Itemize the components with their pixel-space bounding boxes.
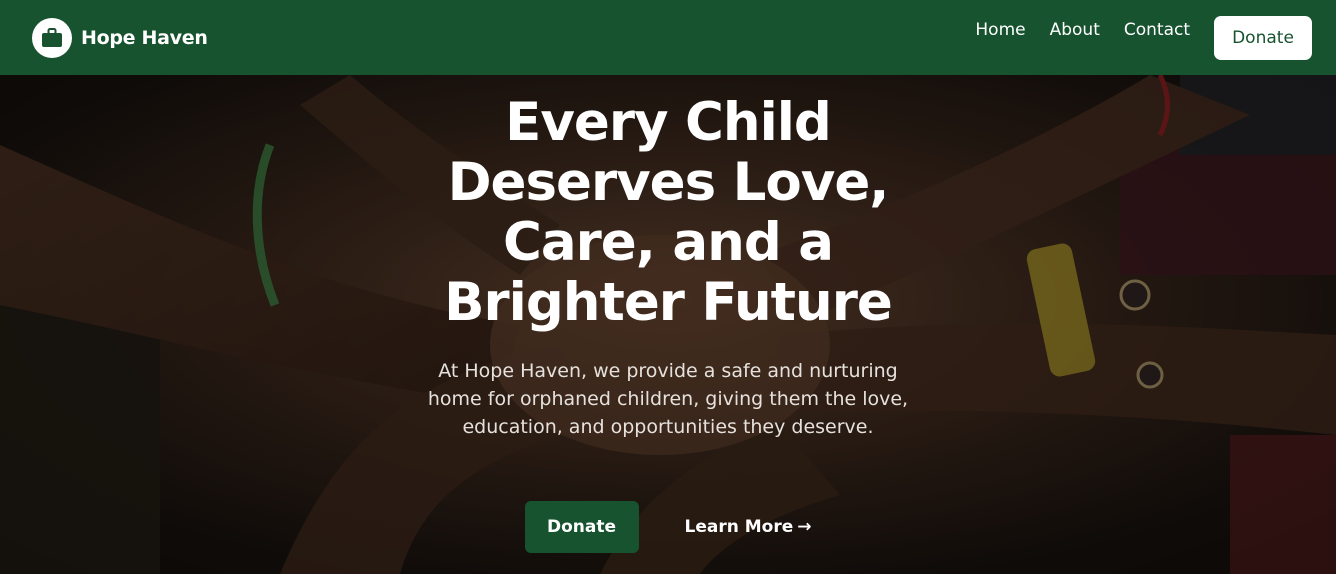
brand-name: Hope Haven: [81, 26, 208, 49]
learn-more-link[interactable]: Learn More →: [685, 517, 812, 537]
nav-link-about[interactable]: About: [1050, 20, 1100, 40]
hero-title: Every Child Deserves Love, Care, and a B…: [444, 92, 893, 333]
learn-more-label: Learn More: [684, 517, 794, 537]
nav-link-contact[interactable]: Contact: [1124, 20, 1190, 40]
hero-donate-button[interactable]: Donate: [524, 501, 639, 553]
nav-link-home[interactable]: Home: [975, 20, 1025, 40]
navbar: Hope Haven Home About Contact Donate: [0, 0, 1336, 75]
briefcase-icon: [42, 27, 62, 47]
nav-links: Home About Contact Donate: [951, 15, 1312, 60]
arrow-right-icon: →: [797, 517, 812, 537]
hero-actions: Donate Learn More →: [524, 501, 812, 553]
hero-description: At Hope Haven, we provide a safe and nur…: [427, 360, 909, 438]
nav-donate-button[interactable]: Donate: [1214, 15, 1312, 60]
hero-section: Every Child Deserves Love, Care, and a B…: [0, 75, 1336, 574]
brand[interactable]: Hope Haven: [32, 17, 208, 58]
hero-content: Every Child Deserves Love, Care, and a B…: [368, 93, 968, 553]
logo: [32, 17, 72, 58]
